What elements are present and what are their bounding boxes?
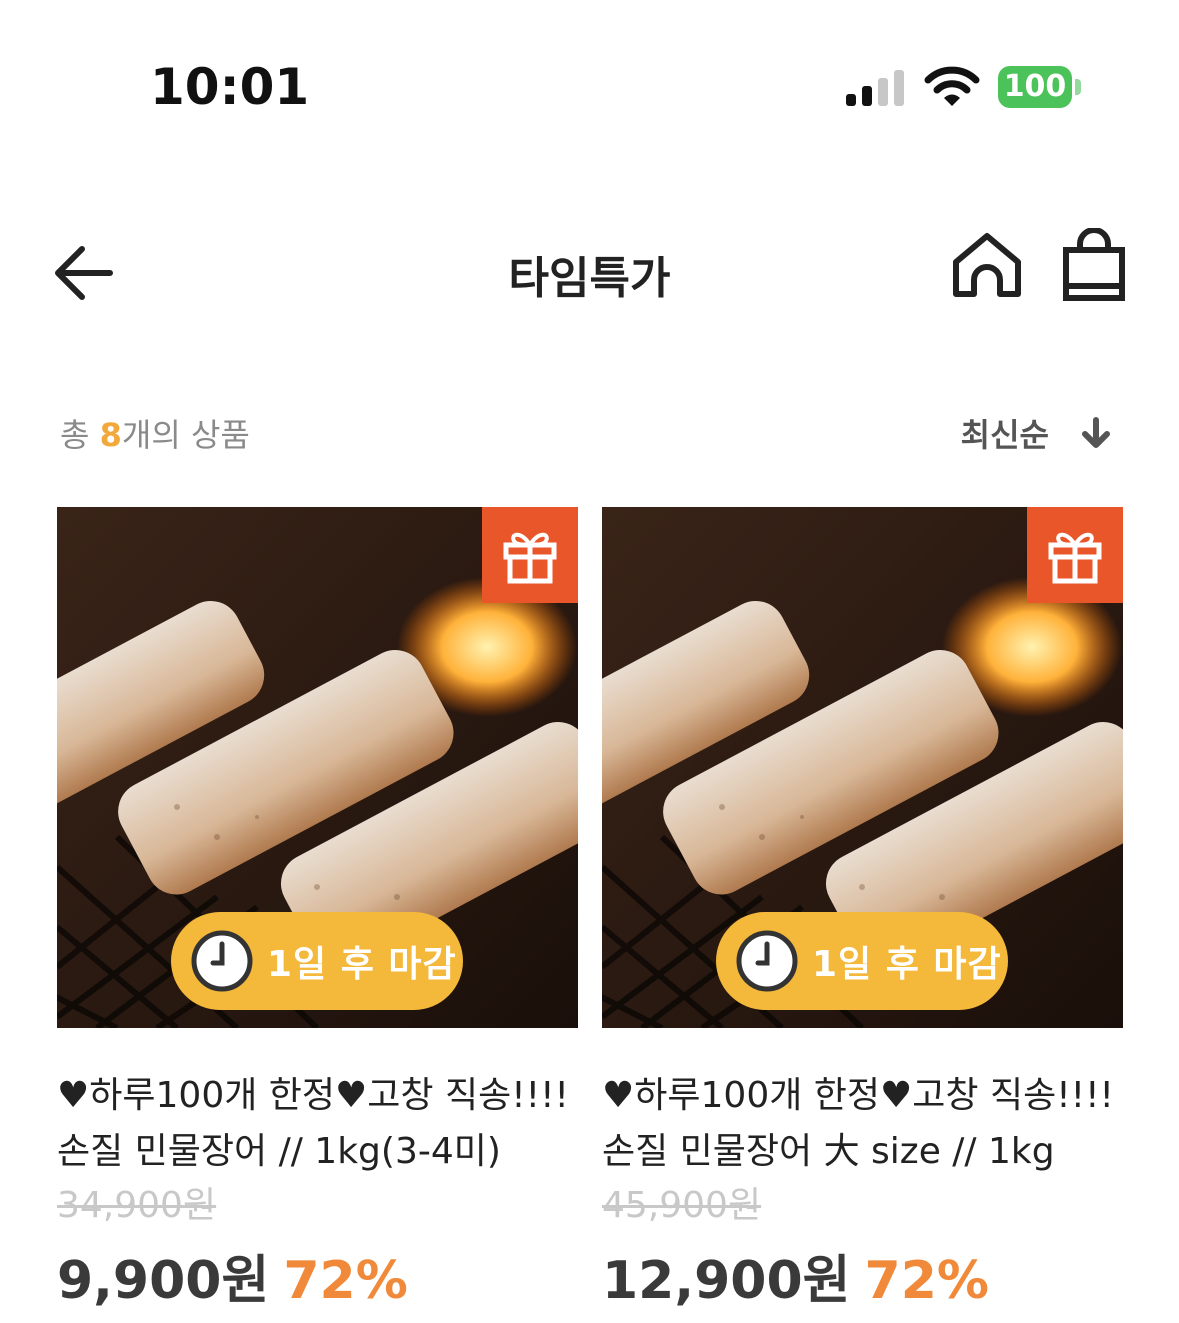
count-suffix: 개의 상품: [121, 416, 250, 454]
product-card[interactable]: 1일 후 마감 ♥하루100개 한정♥고창 직송!!!! 손질 민물장어 大 s…: [602, 507, 1123, 1313]
sort-label: 최신순: [960, 416, 1049, 454]
product-image[interactable]: 1일 후 마감: [602, 507, 1123, 1028]
clock-icon: [736, 930, 798, 992]
battery-tip: [1075, 79, 1081, 95]
cellular-signal-icon: [846, 70, 904, 106]
shopping-bag-button[interactable]: [1058, 227, 1130, 304]
deadline-text: 1일 후 마감: [267, 944, 457, 985]
list-header: 총 8개의 상품 최신순: [0, 400, 1179, 470]
original-price: 45,900원: [602, 1185, 762, 1226]
gift-icon: [503, 532, 557, 584]
price-row: 12,900원 72%: [602, 1238, 1123, 1313]
product-image[interactable]: 1일 후 마감: [57, 507, 578, 1028]
status-bar: 10:01 100: [0, 0, 1179, 140]
gift-icon: [1048, 532, 1102, 584]
arrow-down-icon: [1082, 417, 1110, 448]
time-deal-page: 10:01 100 타임특가 총 8개의 상품 최신순 1일 후 마감 ♥하루1…: [0, 0, 1179, 1323]
clock-icon: [191, 930, 253, 992]
original-price: 34,900원: [57, 1185, 217, 1226]
home-button[interactable]: [948, 228, 1026, 304]
gift-badge: [1027, 507, 1123, 603]
product-grid: 1일 후 마감 ♥하루100개 한정♥고창 직송!!!! 손질 민물장어 // …: [57, 507, 1123, 1311]
status-time: 10:01: [150, 58, 310, 116]
product-count: 총 8개의 상품: [60, 410, 250, 456]
count-prefix: 총: [60, 416, 100, 454]
discount-rate: 72%: [283, 1251, 408, 1311]
wifi-icon: [924, 66, 980, 106]
product-title[interactable]: ♥하루100개 한정♥고창 직송!!!! 손질 민물장어 大 size // 1…: [602, 1068, 1123, 1180]
shopping-bag-icon: [1063, 227, 1125, 301]
deadline-text: 1일 후 마감: [812, 944, 1002, 985]
discount-rate: 72%: [864, 1251, 989, 1311]
product-card[interactable]: 1일 후 마감 ♥하루100개 한정♥고창 직송!!!! 손질 민물장어 // …: [57, 507, 578, 1313]
deadline-badge: 1일 후 마감: [171, 912, 463, 1010]
battery-level: 100: [998, 66, 1072, 108]
navigation-bar: 타임특가: [0, 200, 1179, 340]
product-title[interactable]: ♥하루100개 한정♥고창 직송!!!! 손질 민물장어 // 1kg(3-4미…: [57, 1068, 578, 1180]
sale-price: 9,900원: [57, 1251, 270, 1311]
price-row: 9,900원 72%: [57, 1238, 578, 1313]
battery-indicator: 100: [998, 66, 1082, 110]
sale-price: 12,900원: [602, 1251, 851, 1311]
deadline-badge: 1일 후 마감: [716, 912, 1008, 1010]
gift-badge: [482, 507, 578, 603]
home-icon: [953, 233, 1021, 297]
sort-dropdown[interactable]: 최신순: [961, 410, 1113, 456]
count-value: 8: [99, 416, 122, 454]
